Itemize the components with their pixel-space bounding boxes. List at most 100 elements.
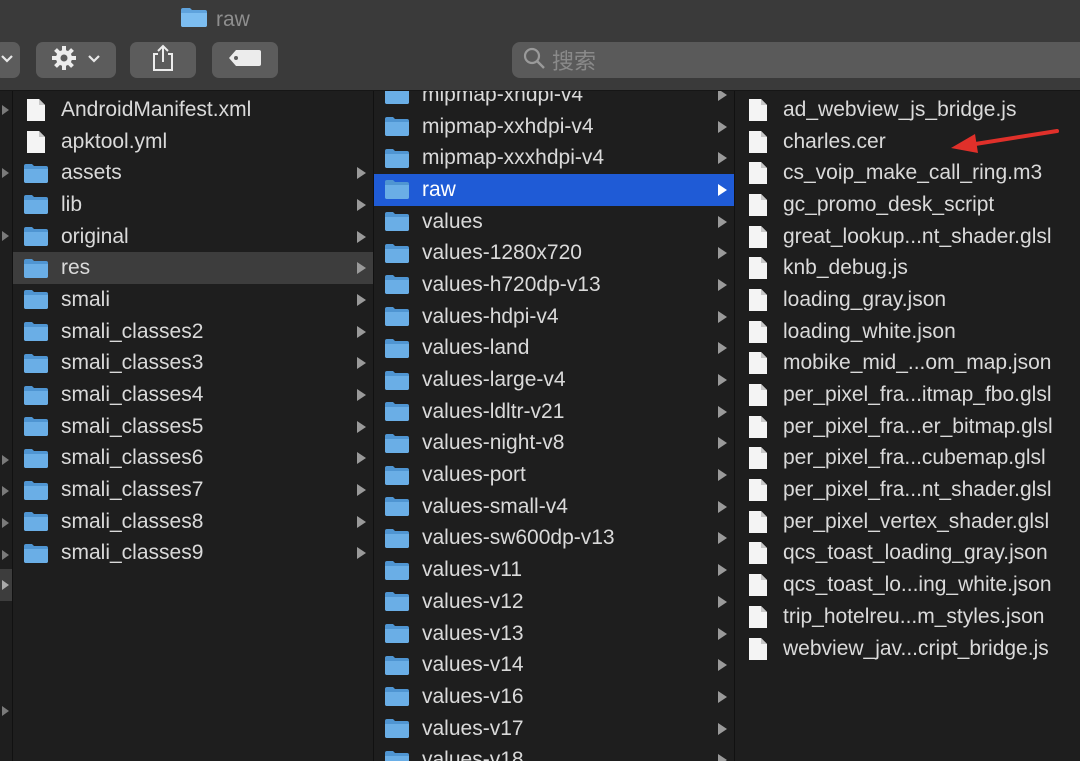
- item-label: smali_classes6: [61, 446, 204, 470]
- file-row[interactable]: per_pixel_fra...nt_shader.glsl: [735, 474, 1080, 506]
- folder-row[interactable]: smali_classes4: [13, 379, 374, 411]
- folder-row[interactable]: values-v16: [374, 681, 735, 713]
- window-title: raw: [216, 7, 250, 31]
- folder-row[interactable]: mipmap-xxxhdpi-v4: [374, 142, 735, 174]
- folder-row[interactable]: values-port: [374, 459, 735, 491]
- search-field[interactable]: 搜索: [512, 42, 1080, 78]
- file-row[interactable]: apktool.yml: [13, 126, 374, 158]
- file-icon: [745, 479, 771, 502]
- folder-row[interactable]: values-v12: [374, 586, 735, 618]
- folder-row[interactable]: values-large-v4: [374, 364, 735, 396]
- chevron-right-icon: [357, 547, 366, 560]
- item-label: smali_classes4: [61, 383, 204, 407]
- folder-row[interactable]: smali_classes6: [13, 443, 374, 475]
- folder-row[interactable]: raw: [374, 174, 735, 206]
- file-row[interactable]: per_pixel_vertex_shader.glsl: [735, 506, 1080, 538]
- folder-row[interactable]: lib: [13, 189, 374, 221]
- folder-row[interactable]: values-v14: [374, 649, 735, 681]
- folder-icon: [23, 479, 49, 501]
- file-row[interactable]: great_lookup...nt_shader.glsl: [735, 221, 1080, 253]
- item-label: webview_jav...cript_bridge.js: [783, 636, 1049, 660]
- chevron-right-icon: [357, 198, 366, 211]
- folder-row[interactable]: smali_classes5: [13, 411, 374, 443]
- file-row[interactable]: webview_jav...cript_bridge.js: [735, 633, 1080, 665]
- folder-row[interactable]: values-sw600dp-v13: [374, 523, 735, 555]
- folder-row[interactable]: smali_classes9: [13, 538, 374, 570]
- file-row[interactable]: loading_white.json: [735, 316, 1080, 348]
- search-input[interactable]: 搜索: [552, 44, 596, 76]
- tags-button[interactable]: [212, 42, 278, 78]
- folder-row[interactable]: values-h720dp-v13: [374, 269, 735, 301]
- chevron-right-icon: [718, 437, 727, 450]
- item-label: raw: [422, 177, 456, 201]
- file-row[interactable]: qcs_toast_lo...ing_white.json: [735, 569, 1080, 601]
- folder-row[interactable]: original: [13, 221, 374, 253]
- folder-icon: [384, 116, 410, 138]
- folder-row[interactable]: values-night-v8: [374, 428, 735, 460]
- file-icon: [745, 225, 771, 248]
- item-label: values-small-v4: [422, 494, 568, 518]
- folder-icon: [23, 226, 49, 248]
- folder-row[interactable]: smali_classes2: [13, 316, 374, 348]
- folder-row[interactable]: values-1280x720: [374, 237, 735, 269]
- folder-icon: [23, 542, 49, 564]
- folder-icon: [23, 257, 49, 279]
- chevron-right-icon: [357, 420, 366, 433]
- folder-icon: [23, 162, 49, 184]
- action-menu-button[interactable]: [36, 42, 116, 78]
- gear-icon: [51, 45, 77, 76]
- file-row[interactable]: AndroidManifest.xml: [13, 94, 374, 126]
- folder-row[interactable]: values-small-v4: [374, 491, 735, 523]
- item-label: loading_gray.json: [783, 287, 947, 311]
- folder-icon: [384, 559, 410, 581]
- folder-row[interactable]: res: [13, 252, 374, 285]
- item-label: mobike_mid_...om_map.json: [783, 351, 1052, 375]
- folder-row[interactable]: mipmap-xhdpi-v4: [374, 91, 735, 111]
- file-row[interactable]: gc_promo_desk_script: [735, 189, 1080, 221]
- folder-row[interactable]: values-v18: [374, 744, 735, 761]
- file-row[interactable]: loading_gray.json: [735, 284, 1080, 316]
- file-icon: [23, 130, 49, 153]
- folder-row[interactable]: values-hdpi-v4: [374, 301, 735, 333]
- item-label: values-v17: [422, 716, 524, 740]
- file-icon: [745, 447, 771, 470]
- file-icon: [745, 352, 771, 375]
- folder-row[interactable]: smali_classes8: [13, 506, 374, 538]
- file-row[interactable]: trip_hotelreu...m_styles.json: [735, 601, 1080, 633]
- folder-row[interactable]: values-land: [374, 333, 735, 365]
- view-options-button[interactable]: [0, 42, 20, 78]
- folder-row[interactable]: values-v17: [374, 713, 735, 745]
- file-row[interactable]: qcs_toast_loading_gray.json: [735, 538, 1080, 570]
- folder-row[interactable]: smali_classes7: [13, 474, 374, 506]
- folder-row[interactable]: values-ldltr-v21: [374, 396, 735, 428]
- folder-row[interactable]: values-v11: [374, 554, 735, 586]
- file-row[interactable]: mobike_mid_...om_map.json: [735, 348, 1080, 380]
- chevron-right-icon: [718, 659, 727, 672]
- file-row[interactable]: per_pixel_fra...cubemap.glsl: [735, 443, 1080, 475]
- browser-column-1[interactable]: AndroidManifest.xml apktool.yml assets lib o…: [12, 91, 374, 761]
- folder-icon: [180, 6, 208, 33]
- window-titlebar: raw: [0, 0, 1080, 34]
- browser-column-2[interactable]: mipmap-xhdpi-v4 mipmap-xxhdpi-v4 mipmap-xx…: [373, 91, 735, 761]
- chevron-right-icon: [718, 690, 727, 703]
- item-label: smali_classes8: [61, 509, 204, 533]
- folder-row[interactable]: smali: [13, 284, 374, 316]
- folder-row[interactable]: mipmap-xxhdpi-v4: [374, 111, 735, 143]
- file-row[interactable]: per_pixel_fra...er_bitmap.glsl: [735, 411, 1080, 443]
- item-label: values-land: [422, 336, 530, 360]
- folder-row[interactable]: values: [374, 206, 735, 238]
- folder-row[interactable]: assets: [13, 157, 374, 189]
- folder-row[interactable]: values-v13: [374, 618, 735, 650]
- file-row[interactable]: ad_webview_js_bridge.js: [735, 94, 1080, 126]
- folder-row[interactable]: smali_classes3: [13, 348, 374, 380]
- share-button[interactable]: [130, 42, 196, 78]
- browser-column-0[interactable]: [0, 91, 12, 761]
- item-label: smali: [61, 287, 111, 311]
- browser-column-3[interactable]: ad_webview_js_bridge.js charles.cer cs_voi…: [734, 91, 1080, 761]
- file-row[interactable]: per_pixel_fra...itmap_fbo.glsl: [735, 379, 1080, 411]
- file-icon: [745, 288, 771, 311]
- folder-icon: [384, 147, 410, 169]
- item-label: smali_classes2: [61, 319, 204, 343]
- folder-icon: [384, 432, 410, 454]
- file-row[interactable]: knb_debug.js: [735, 252, 1080, 284]
